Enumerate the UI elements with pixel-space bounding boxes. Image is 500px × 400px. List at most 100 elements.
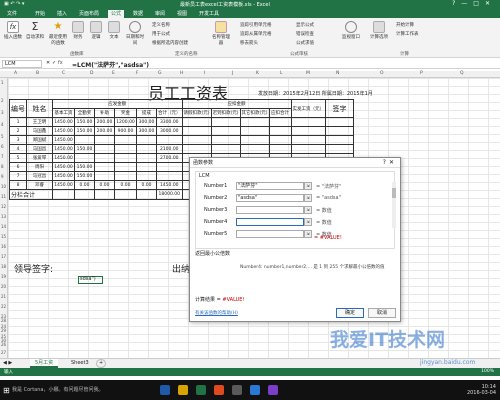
column-header[interactable]: K (256, 71, 259, 76)
row-header[interactable]: 29 (1, 328, 6, 333)
cell-id[interactable]: 3 (9, 135, 27, 145)
cell-bonus[interactable] (114, 144, 137, 154)
cancel-button[interactable]: 取消 (368, 308, 396, 318)
header-sign[interactable]: 签字 (325, 99, 355, 118)
header-id[interactable]: 编号 (9, 99, 27, 118)
cell-id[interactable]: 8 (9, 180, 27, 190)
trace-dependents-command[interactable]: 追踪从属单元格 (240, 31, 272, 37)
show-formulas-command[interactable]: 显示公式 (296, 22, 314, 28)
cell-name[interactable]: 邓睿 (26, 180, 53, 190)
tab-page-layout[interactable]: 页面布局 (76, 10, 102, 18)
cell-bonus[interactable] (114, 162, 137, 172)
cell-allow[interactable] (94, 135, 115, 145)
cell-id[interactable]: 2 (9, 126, 27, 136)
column-header[interactable]: M (306, 71, 310, 76)
cell-bonus[interactable] (114, 171, 137, 181)
row-header[interactable]: 11 (1, 194, 6, 199)
cell-id[interactable]: 4 (9, 144, 27, 154)
cell-full[interactable] (74, 135, 95, 145)
cell-name[interactable]: 郑国斌 (26, 135, 53, 145)
cell-base[interactable]: 1450.00 (52, 180, 75, 190)
excel-icon[interactable] (196, 385, 206, 395)
cell-allow[interactable] (94, 153, 115, 163)
cell-id[interactable]: 7 (9, 171, 27, 181)
cell-base[interactable]: 1450.00 (52, 117, 75, 127)
row-header[interactable]: 19 (1, 274, 6, 279)
collapse-icon[interactable]: ⇲ (304, 194, 312, 202)
args-scrollbar[interactable] (392, 182, 396, 228)
sheet-tab-may-salary[interactable]: 5月工资 (30, 359, 59, 368)
cell-allow[interactable] (94, 171, 115, 181)
collapse-icon[interactable]: ⇲ (304, 218, 312, 226)
cell-full[interactable]: 150.00 (74, 162, 95, 172)
row-header[interactable]: 21 (1, 294, 6, 299)
cell-id[interactable]: 6 (9, 162, 27, 172)
header-comm[interactable]: 提成 (136, 108, 157, 118)
system-clock[interactable]: 10:14 2016-03-04 (467, 384, 496, 396)
evaluate-formula-command[interactable]: 公式求值 (296, 40, 314, 46)
quick-access-toolbar[interactable]: ▣ ↶ ↷ ▾ (4, 1, 24, 7)
tab-file[interactable]: 文件 (4, 10, 20, 18)
row-header[interactable]: 20 (1, 284, 6, 289)
remove-arrows-command[interactable]: 移去箭头 (240, 40, 258, 46)
cell-full[interactable]: 0.00 (74, 180, 95, 190)
app-icon[interactable] (250, 385, 260, 395)
column-header[interactable]: P (420, 71, 423, 76)
header-leave[interactable]: 请假扣款(元) (181, 108, 212, 118)
column-header[interactable]: Q (460, 71, 464, 76)
column-header[interactable]: J (232, 71, 233, 76)
cell-id[interactable]: 5 (9, 153, 27, 163)
tab-review[interactable]: 审阅 (152, 10, 168, 18)
create-from-selection-command[interactable]: 根据所选内容创建 (152, 40, 188, 46)
header-net[interactable]: 实发工资（元） (290, 99, 327, 118)
row-header[interactable]: 16 (1, 244, 6, 249)
row-header[interactable]: 2 (1, 98, 4, 103)
row-header[interactable]: 15 (1, 234, 6, 239)
cell-comm[interactable]: 300.00 (136, 126, 157, 136)
cell-full[interactable]: 150.00 (74, 126, 95, 136)
cell-base[interactable]: 1450.00 (52, 135, 75, 145)
cell-full[interactable]: 150.00 (74, 144, 95, 154)
row-header[interactable]: 4 (1, 122, 4, 127)
row-header[interactable]: 12 (1, 204, 6, 209)
arg-input[interactable] (236, 230, 304, 238)
maximize-icon[interactable]: □ (473, 0, 485, 7)
cell-name[interactable]: 王卫明 (26, 117, 53, 127)
cell-bonus[interactable]: 0.00 (114, 180, 137, 190)
header-gross[interactable]: 应发金额 (52, 99, 183, 109)
cell-bonus[interactable]: 900.00 (114, 126, 137, 136)
confirm-icon[interactable]: ✓ (52, 60, 56, 66)
header-total[interactable]: 合计（元） (156, 108, 183, 118)
cell-comm[interactable]: 0.00 (136, 180, 157, 190)
financial-button[interactable]: 财务 (70, 21, 86, 40)
cell-bonus[interactable] (114, 153, 137, 163)
arg-input[interactable]: "asdsa" (236, 194, 304, 202)
sheet-nav-icon[interactable]: ◀ ▶ (3, 360, 12, 366)
row-header[interactable]: 3 (1, 110, 4, 115)
cell-id[interactable]: 1 (9, 117, 27, 127)
subtotal-label[interactable]: 分栏合计 (9, 189, 53, 200)
header-late[interactable]: 迟到扣款(元) (210, 108, 241, 118)
cell-base[interactable]: 1450.00 (52, 171, 75, 181)
header-name[interactable]: 姓名 (26, 99, 53, 118)
row-header[interactable]: 9 (1, 174, 4, 179)
close-icon[interactable]: ✕ (485, 0, 496, 7)
row-header[interactable]: 30 (1, 338, 6, 343)
column-header[interactable]: N (336, 71, 339, 76)
zoom-level[interactable]: 100% (481, 369, 494, 374)
row-header[interactable]: 27 (1, 350, 6, 355)
column-header[interactable]: I (204, 71, 205, 76)
row-header[interactable]: 14 (1, 224, 6, 229)
cell-comm[interactable] (136, 135, 157, 145)
row-header[interactable]: 10 (1, 184, 6, 189)
cell-base[interactable]: 1450.00 (52, 153, 75, 163)
insert-function-button[interactable]: fx 插入函数 (4, 21, 22, 40)
subtotal-value[interactable]: 18000.00 (156, 189, 183, 200)
column-header[interactable]: G (158, 71, 162, 76)
close-icon[interactable]: ✕ (389, 159, 397, 166)
formula-input[interactable]: =LCM("法萨芬","asdsa") (72, 60, 149, 69)
cell-name[interactable]: 马国昌 (26, 144, 53, 154)
cell-bonus[interactable]: 1200.00 (114, 117, 137, 127)
cell-full[interactable] (74, 153, 95, 163)
row-header[interactable]: 18 (1, 264, 6, 269)
